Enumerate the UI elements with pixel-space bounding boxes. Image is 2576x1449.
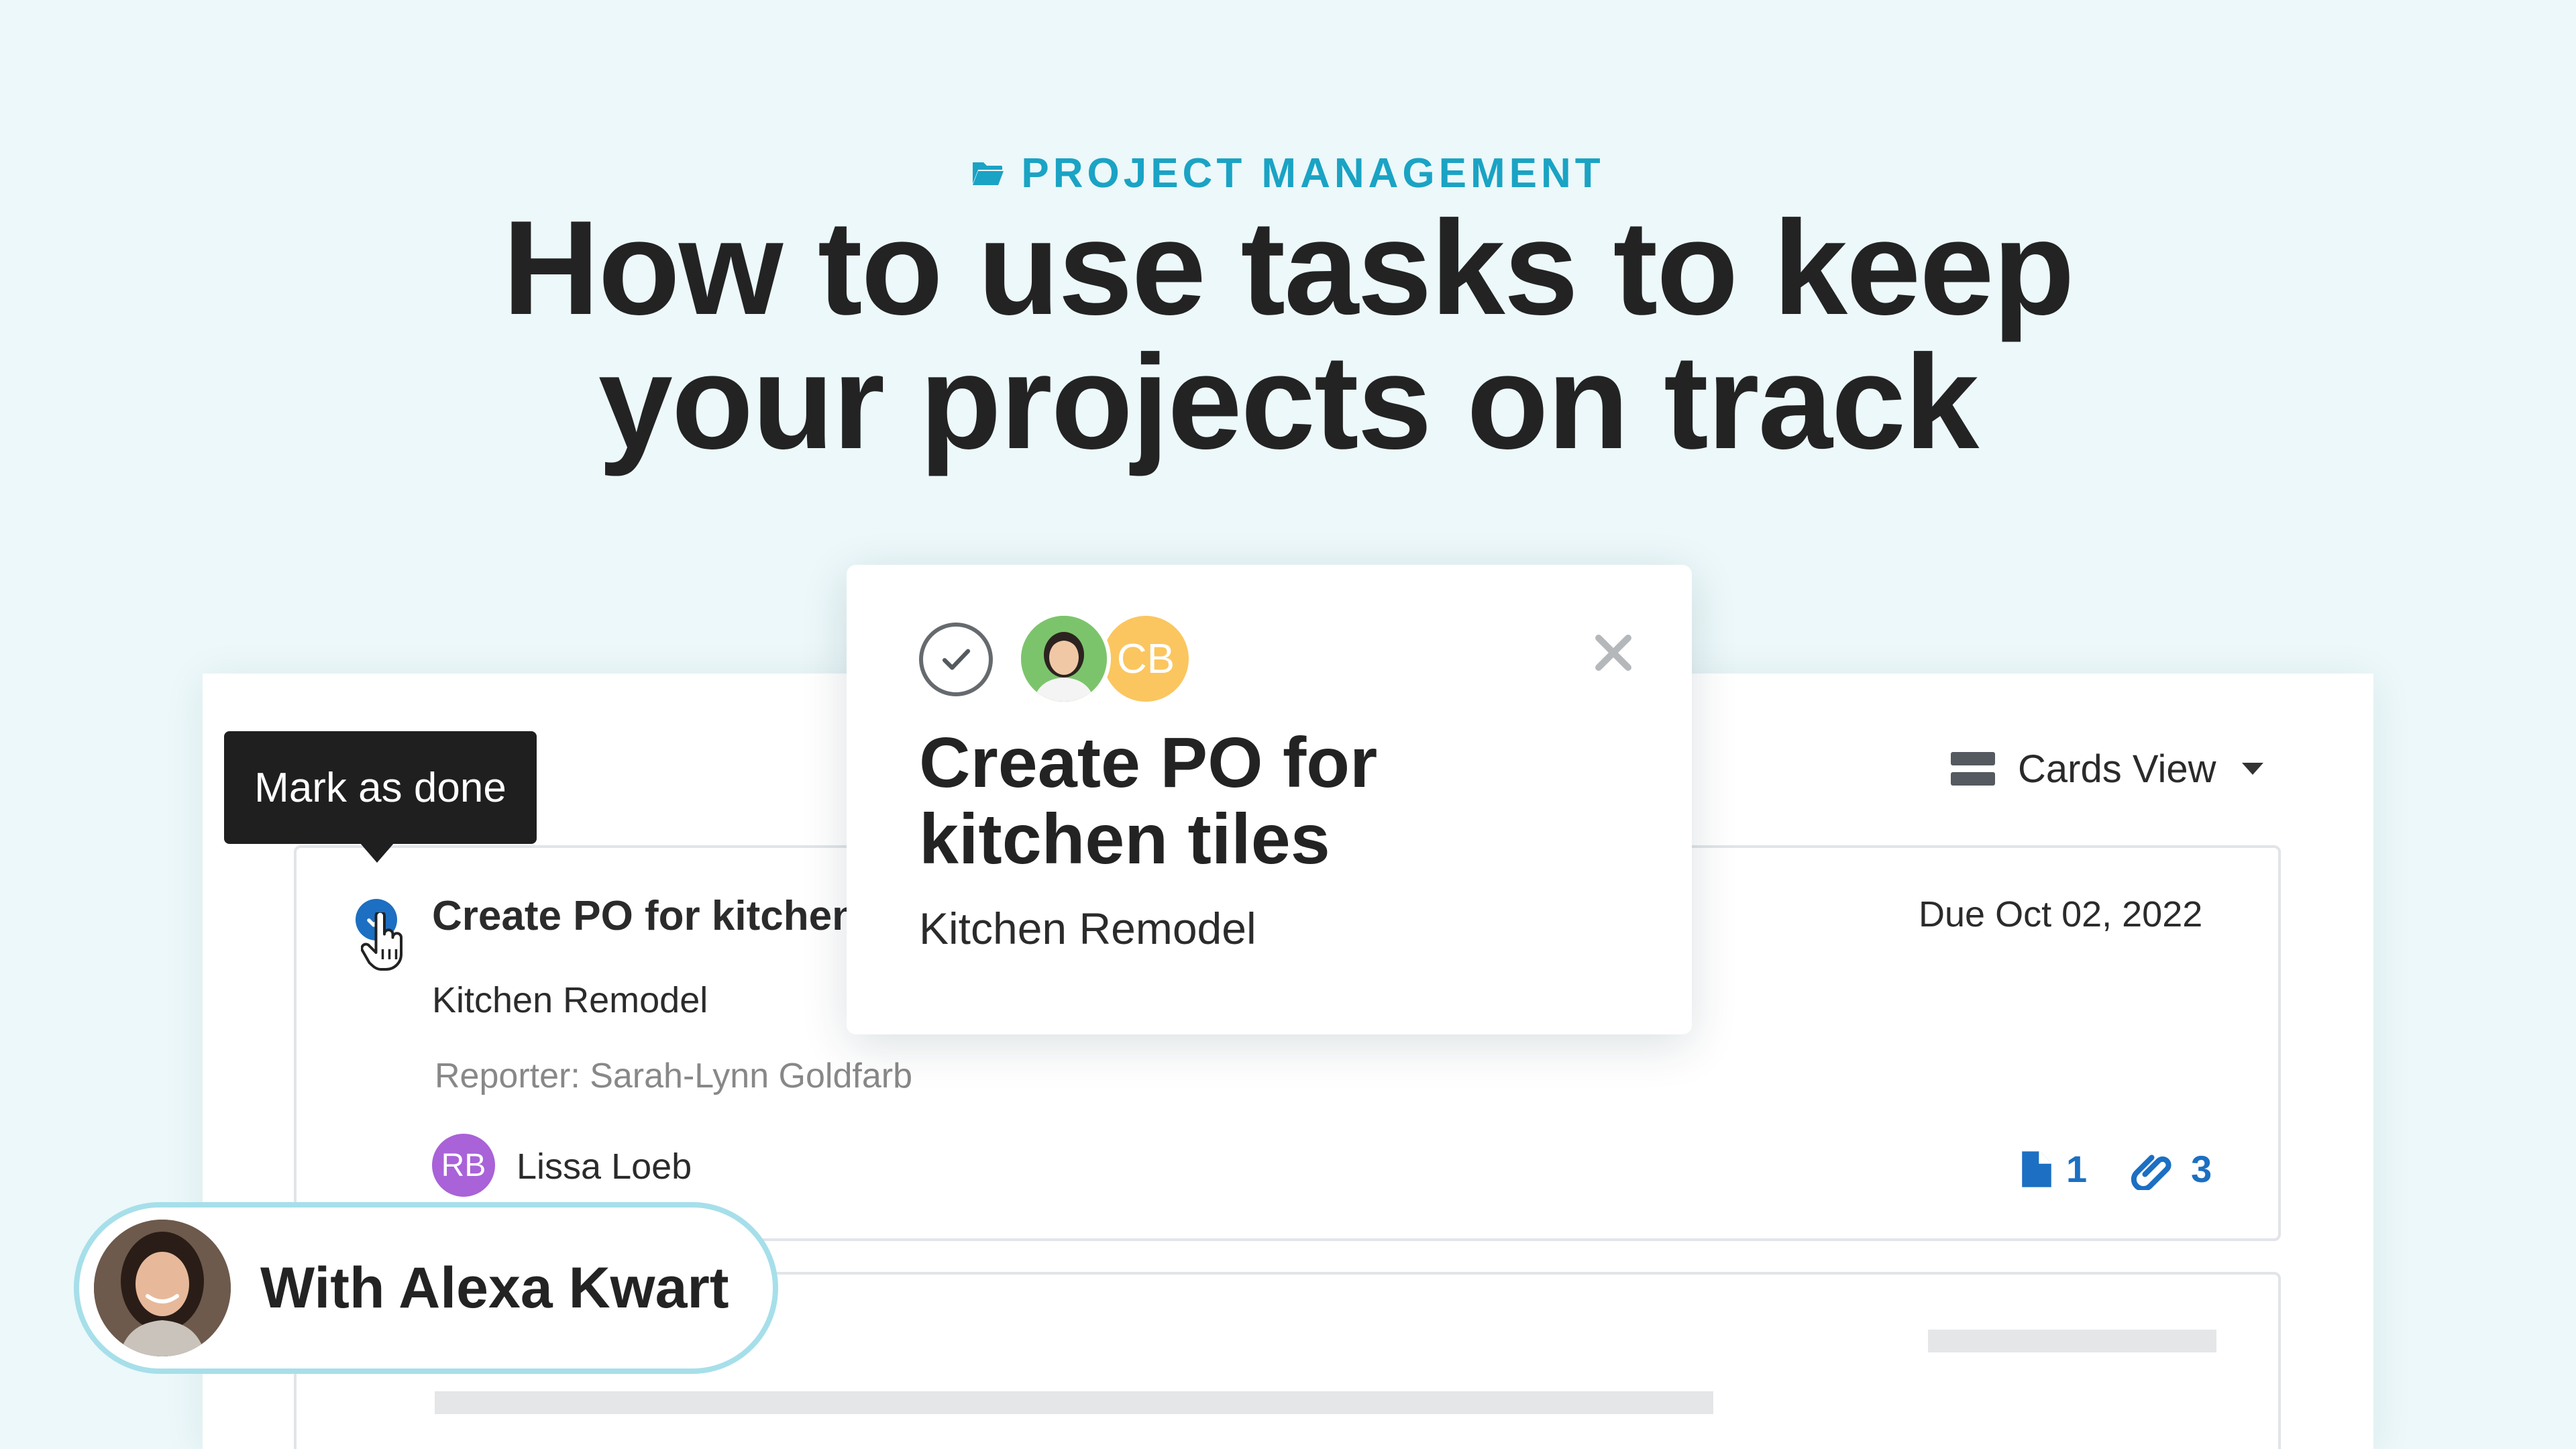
- hand-cursor-icon: [361, 912, 402, 971]
- task-title[interactable]: Create PO for kitchen: [432, 892, 857, 940]
- category-label: PROJECT MANAGEMENT: [1021, 150, 1605, 197]
- tooltip-arrow: [360, 843, 394, 863]
- page-title-line-1: How to use tasks to keep: [502, 193, 2075, 343]
- task-project: Kitchen Remodel: [432, 980, 708, 1020]
- person-photo-icon: [1021, 616, 1107, 702]
- files-count[interactable]: 1: [2019, 1147, 2087, 1191]
- check-icon: [942, 649, 971, 670]
- popup-task-project: Kitchen Remodel: [919, 904, 1256, 953]
- attachments-count-value: 3: [2191, 1148, 2212, 1190]
- category-label-row: PROJECT MANAGEMENT: [0, 149, 2576, 197]
- files-count-value: 1: [2066, 1148, 2088, 1190]
- assignee-name: Lissa Loeb: [517, 1146, 692, 1187]
- popup-task-title: Create PO for kitchen tiles: [919, 723, 1378, 879]
- page-title-line-2: your projects on track: [598, 327, 1980, 477]
- view-switcher-label: Cards View: [2018, 747, 2216, 791]
- folder-icon: [973, 162, 1004, 185]
- task-reporter: Reporter: Sarah-Lynn Goldfarb: [435, 1057, 913, 1095]
- presenter-badge: With Alexa Kwart: [74, 1202, 778, 1374]
- close-icon[interactable]: [1591, 631, 1635, 675]
- chevron-down-icon: [2241, 763, 2263, 775]
- task-due-date: Due Oct 02, 2022: [1919, 894, 2203, 934]
- document-icon: [2022, 1150, 2051, 1187]
- mark-done-tooltip: Mark as done: [224, 731, 537, 844]
- popup-complete-toggle[interactable]: [919, 623, 993, 696]
- view-switcher[interactable]: Cards View: [1951, 743, 2263, 794]
- placeholder-line: [1928, 1330, 2216, 1352]
- cards-view-icon: [1951, 752, 1995, 786]
- presenter-avatar: [94, 1220, 231, 1356]
- person-photo-icon: [94, 1220, 231, 1356]
- assignee-initials-avatar: CB: [1099, 612, 1193, 706]
- paperclip-icon: [2131, 1155, 2171, 1190]
- attachments-count[interactable]: 3: [2127, 1147, 2212, 1191]
- assignee-avatar: RB: [432, 1134, 495, 1197]
- placeholder-line: [435, 1391, 1713, 1414]
- page-title: How to use tasks to keep your projects o…: [0, 201, 2576, 470]
- presenter-name: With Alexa Kwart: [260, 1255, 729, 1320]
- assignee-photo-avatar: [1017, 612, 1111, 706]
